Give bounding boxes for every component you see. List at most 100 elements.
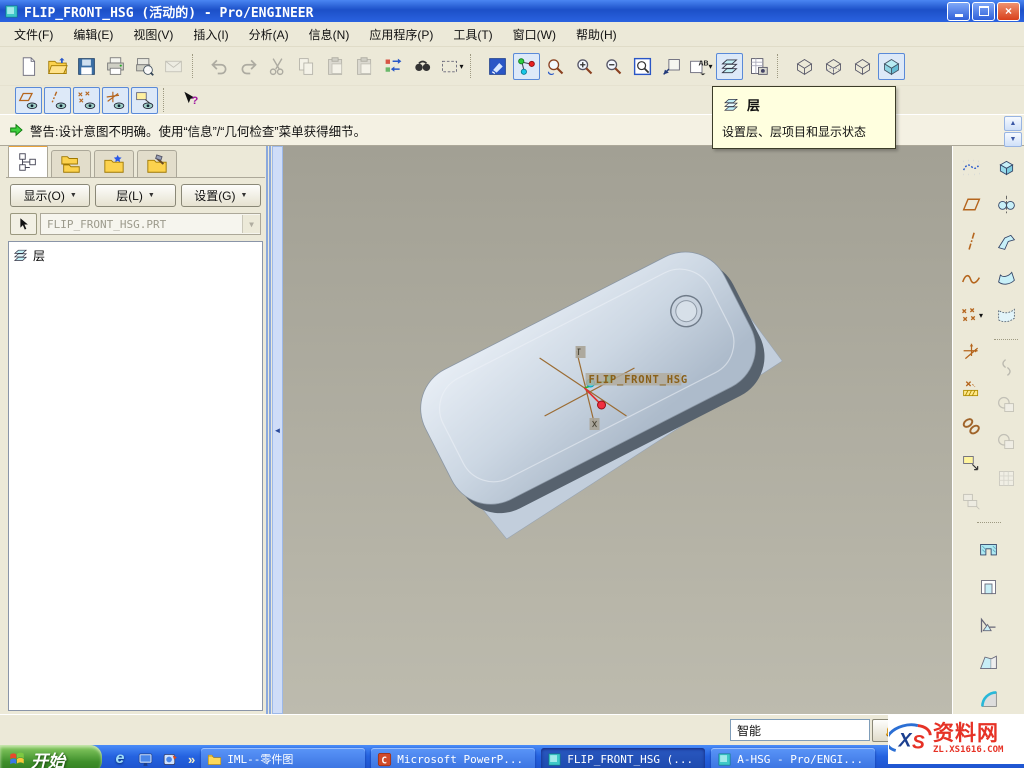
- model-tree-tab[interactable]: [8, 144, 48, 177]
- menu-tools[interactable]: 工具(T): [443, 23, 502, 46]
- history-tab[interactable]: [137, 150, 177, 177]
- print-button[interactable]: [102, 53, 129, 80]
- menu-window[interactable]: 窗口(W): [503, 23, 566, 46]
- menu-insert[interactable]: 插入(I): [183, 23, 238, 46]
- layer-menu-button[interactable]: 层(L)▼: [95, 184, 175, 207]
- new-file-button[interactable]: [15, 53, 42, 80]
- pattern-tool-button[interactable]: [993, 465, 1020, 492]
- chevron-down-icon[interactable]: ▼: [242, 215, 260, 233]
- zoom-out-button[interactable]: [600, 53, 627, 80]
- selection-filter-combobox[interactable]: 智能: [730, 719, 870, 741]
- task-iml-parts-button[interactable]: IML--零件图: [201, 748, 365, 768]
- hidden-line-button[interactable]: [820, 53, 847, 80]
- csys-display-button[interactable]: [102, 87, 129, 114]
- undo-button[interactable]: [206, 53, 233, 80]
- shaded-button[interactable]: [878, 53, 905, 80]
- hole-tool-button[interactable]: [975, 537, 1002, 564]
- copy-button[interactable]: [293, 53, 320, 80]
- named-views-button[interactable]: ▾: [687, 53, 714, 80]
- menu-help[interactable]: 帮助(H): [566, 23, 627, 46]
- chain-tool-button[interactable]: [958, 413, 985, 440]
- menu-file[interactable]: 文件(F): [4, 23, 63, 46]
- print-preview-button[interactable]: [131, 53, 158, 80]
- view-manager-button[interactable]: [745, 53, 772, 80]
- save-button[interactable]: [73, 53, 100, 80]
- model-selector-value: FLIP_FRONT_HSG.PRT: [47, 218, 166, 231]
- ie-quicklaunch-button[interactable]: e: [111, 750, 129, 768]
- datum-plane-tool-button[interactable]: [958, 191, 985, 218]
- graphics-viewport[interactable]: FLIP_FRONT_HSG: [283, 146, 952, 714]
- boundary-blend-tool-button[interactable]: [993, 302, 1020, 329]
- settings-menu-button[interactable]: 设置(G)▼: [181, 184, 261, 207]
- outlook-quicklaunch-button[interactable]: [161, 750, 179, 768]
- start-button[interactable]: 开始: [0, 745, 102, 768]
- datum-planes-display-button[interactable]: [15, 87, 42, 114]
- layers-button[interactable]: [716, 53, 743, 80]
- panel-splitter[interactable]: ◄: [265, 146, 283, 714]
- csys-tool-button[interactable]: [958, 339, 985, 366]
- restore-button[interactable]: [972, 2, 995, 21]
- find-button[interactable]: [409, 53, 436, 80]
- task-a-hsg-button[interactable]: A-HSG - Pro/ENGI...: [711, 748, 875, 768]
- main-area: 显示(O)▼层(L)▼ 设置(G)▼ FLIP_FRONT_HSG.PRT ▼ 层…: [0, 146, 1024, 714]
- menu-view[interactable]: 视图(V): [123, 23, 183, 46]
- quick-launch-chevron[interactable]: »: [188, 752, 195, 767]
- menu-info[interactable]: 信息(N): [299, 23, 360, 46]
- minimize-button[interactable]: [947, 2, 970, 21]
- zoom-in-button[interactable]: [571, 53, 598, 80]
- merge-tool-button[interactable]: [993, 391, 1020, 418]
- redo-button[interactable]: [235, 53, 262, 80]
- close-button[interactable]: ×: [997, 2, 1020, 21]
- splitter-collapse-handle[interactable]: ◄: [272, 146, 283, 714]
- model-selector-combobox[interactable]: FLIP_FRONT_HSG.PRT ▼: [40, 213, 261, 235]
- datum-point-tool-button[interactable]: ▾: [958, 302, 985, 329]
- cut-button[interactable]: [264, 53, 291, 80]
- show-desktop-quicklaunch-button[interactable]: [136, 750, 154, 768]
- paste-button[interactable]: [322, 53, 349, 80]
- send-mail-button[interactable]: [160, 53, 187, 80]
- trim-tool-button[interactable]: [993, 354, 1020, 381]
- offset-point-tool-button[interactable]: [958, 376, 985, 403]
- favorites-tab[interactable]: [94, 150, 134, 177]
- no-hidden-button[interactable]: [849, 53, 876, 80]
- annotation-feature-button[interactable]: [958, 487, 985, 514]
- message-scroll-up-button[interactable]: ▲: [1004, 116, 1022, 131]
- show-menu-button[interactable]: 显示(O)▼: [10, 184, 90, 207]
- select-filter-button[interactable]: ▾: [438, 53, 465, 80]
- shell-tool-button[interactable]: [975, 574, 1002, 601]
- repaint-button[interactable]: [484, 53, 511, 80]
- context-help-button[interactable]: [177, 87, 204, 114]
- blend-tool-button[interactable]: [993, 265, 1020, 292]
- extrude-tool-button[interactable]: [993, 154, 1020, 181]
- menu-applications[interactable]: 应用程序(P): [359, 23, 443, 46]
- select-arrow-button[interactable]: [10, 213, 37, 235]
- refit-button[interactable]: [629, 53, 656, 80]
- rib-tool-button[interactable]: [975, 611, 1002, 638]
- orient-mode-button[interactable]: [542, 53, 569, 80]
- curve-tool-button[interactable]: [958, 265, 985, 292]
- revolve-tool-button[interactable]: [993, 191, 1020, 218]
- spin-center-button[interactable]: [513, 53, 540, 80]
- style-tool-button[interactable]: [958, 154, 985, 181]
- round-tool-button[interactable]: [975, 685, 1002, 712]
- task-flip-front-hsg-button[interactable]: FLIP_FRONT_HSG (...: [541, 748, 705, 768]
- datum-points-display-button[interactable]: [73, 87, 100, 114]
- intersect-tool-button[interactable]: [993, 428, 1020, 455]
- annotation-tool-button[interactable]: [958, 450, 985, 477]
- sweep-tool-button[interactable]: [993, 228, 1020, 255]
- task-powerpoint-button[interactable]: Microsoft PowerP...: [371, 748, 535, 768]
- annotation-display-button[interactable]: [131, 87, 158, 114]
- wireframe-button[interactable]: [791, 53, 818, 80]
- paste-special-button[interactable]: [351, 53, 378, 80]
- datum-axes-display-button[interactable]: [44, 87, 71, 114]
- saved-views-button[interactable]: [658, 53, 685, 80]
- menu-edit[interactable]: 编辑(E): [63, 23, 123, 46]
- regenerate-button[interactable]: [380, 53, 407, 80]
- folder-browser-tab[interactable]: [51, 150, 91, 177]
- datum-axis-tool-button[interactable]: [958, 228, 985, 255]
- tree-item-layers[interactable]: 层: [12, 246, 259, 265]
- message-scroll-down-button[interactable]: ▼: [1004, 132, 1022, 147]
- draft-tool-button[interactable]: [975, 648, 1002, 675]
- menu-analysis[interactable]: 分析(A): [239, 23, 299, 46]
- open-file-button[interactable]: [44, 53, 71, 80]
